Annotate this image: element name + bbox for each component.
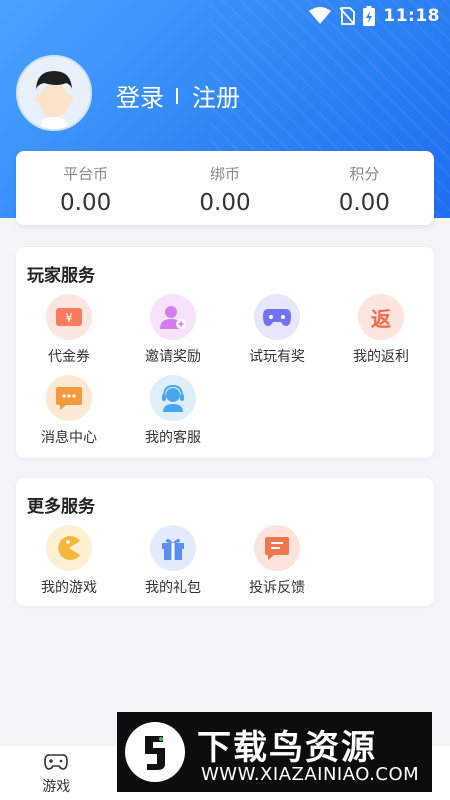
service-label: 我的礼包 [145,580,201,596]
watermark-overlay: 下载鸟资源 WWW.XIAZAINIAO.COM [117,712,432,792]
service-label: 试玩有奖 [249,349,305,365]
balance-platform-coin[interactable]: 平台币 0.00 [16,151,155,225]
service-invite[interactable]: 邀请奖励 [120,294,226,366]
service-trial-reward[interactable]: 试玩有奖 [224,294,330,366]
gift-icon [150,525,196,571]
tab-games[interactable]: 游戏 [0,746,113,800]
rebate-icon: 返 [358,294,404,340]
default-avatar-icon [35,71,73,129]
service-my-games[interactable]: 我的游戏 [16,525,122,597]
service-feedback[interactable]: 投诉反馈 [224,525,330,597]
service-label: 我的客服 [145,430,201,446]
balance-value: 0.00 [338,190,390,216]
balance-bound-coin[interactable]: 绑币 0.00 [155,151,294,225]
clock: 11:18 [383,6,440,26]
service-voucher[interactable]: ¥ 代金券 [16,294,122,366]
section-title: 玩家服务 [27,266,95,286]
svg-text:¥: ¥ [65,311,73,325]
message-icon [46,375,92,421]
login-link[interactable]: 登录 [116,78,164,113]
service-message-center[interactable]: 消息中心 [16,375,122,447]
voucher-icon: ¥ [46,294,92,340]
game-icon [46,525,92,571]
balance-label: 绑币 [209,165,240,183]
customer-service-icon [150,375,196,421]
balance-card: 平台币 0.00 绑币 0.00 积分 0.00 [16,151,434,225]
watermark-title: 下载鸟资源 [197,728,377,768]
watermark-bird-logo-icon [125,722,185,782]
balance-value: 0.00 [60,190,112,216]
divider [176,87,178,104]
service-label: 我的返利 [353,349,409,365]
invite-icon [150,294,196,340]
rebate-glyph: 返 [371,306,391,331]
battery-charging-icon [363,6,376,26]
service-label: 投诉反馈 [249,580,305,596]
watermark-url: WWW.XIAZAINIAO.COM [201,764,420,785]
service-label: 消息中心 [41,430,97,446]
wifi-icon [309,7,332,24]
service-label: 代金券 [48,349,90,365]
feedback-icon [254,525,300,571]
player-services-card: 玩家服务 ¥ 代金券 邀请奖励 试玩有奖 返 我的返利 消息中心 我的客服 [16,247,434,458]
more-services-card: 更多服务 我的游戏 我的礼包 投诉反馈 [16,478,434,606]
tab-label: 游戏 [42,779,71,795]
login-register: 登录 注册 [116,78,240,113]
service-customer-service[interactable]: 我的客服 [120,375,226,447]
status-bar: 11:18 [0,0,450,32]
balance-label: 积分 [349,165,380,183]
balance-points[interactable]: 积分 0.00 [295,151,434,225]
service-label: 我的游戏 [41,580,97,596]
section-title: 更多服务 [27,497,95,517]
gamepad-icon [254,294,300,340]
service-label: 邀请奖励 [145,349,201,365]
balance-label: 平台币 [63,165,109,183]
no-sim-icon [339,7,356,25]
service-rebate[interactable]: 返 我的返利 [328,294,434,366]
gamepad-tab-icon [44,754,69,770]
balance-value: 0.00 [199,190,251,216]
avatar[interactable] [16,55,92,131]
service-my-gifts[interactable]: 我的礼包 [120,525,226,597]
register-link[interactable]: 注册 [192,78,240,113]
